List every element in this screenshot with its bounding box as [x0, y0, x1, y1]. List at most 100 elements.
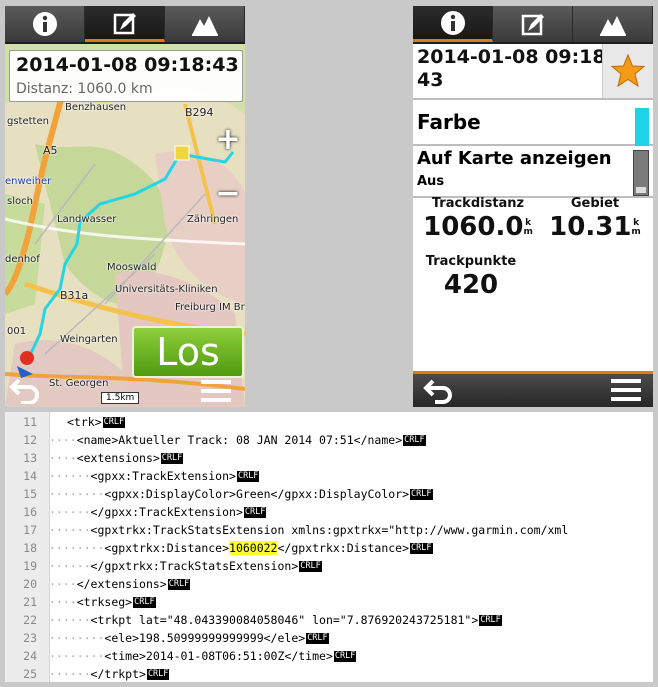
back-arrow-icon [9, 378, 39, 405]
map-label-sloch: sloch [7, 196, 33, 207]
line-text: <trk> CRLF [67, 413, 126, 431]
code-line[interactable]: 16 ······</gpxx:TrackExtension> CRLF [5, 503, 653, 521]
crlf-marker: CRLF [299, 561, 322, 572]
map-label-benzhausen: Benzhausen [65, 102, 127, 113]
line-text: ······</gpxx:TrackExtension> CRLF [49, 503, 267, 521]
code-editor[interactable]: 11 <trk> CRLF 12 ····<name>Aktueller Track: … [5, 412, 653, 682]
map-label-gstetten: gstetten [7, 116, 49, 127]
crlf-marker: CRLF [102, 417, 126, 428]
code-line[interactable]: 22 ······<trkpt lat="48.043390084058046" … [5, 611, 653, 629]
stat-trackdistanz: Trackdistanz 1060.0 k m [423, 196, 533, 243]
scrollbar[interactable] [633, 150, 649, 196]
tab-elevation[interactable] [165, 6, 245, 42]
tab-info[interactable] [5, 6, 85, 42]
map-label-weingarten: Weingarten [60, 334, 118, 345]
track-name: 2014-01-08 09:18: 43 [417, 46, 613, 92]
crlf-marker: CRLF [160, 453, 184, 464]
map-screen: 2014-01-08 09:18:43 Distanz: 1060.0 km B… [5, 6, 245, 407]
line-text: ····</extensions> CRLF [49, 575, 191, 593]
highlighted-value: 1060022 [229, 541, 278, 555]
los-button-label: Los [156, 330, 220, 374]
map-edit-icon [521, 14, 544, 36]
map-label-kliniken: Universitäts-Kliniken [115, 284, 218, 295]
show-on-map-row[interactable]: Auf Karte anzeigen Aus [413, 146, 653, 198]
unit-bottom: m [631, 226, 641, 237]
code-line[interactable]: 17 ······<gpxtrkx:TrackStatsExtension xml… [5, 521, 653, 539]
xml-text: <gpxtrkx:Distance> [104, 541, 230, 555]
star-icon [610, 53, 646, 88]
xml-text: <gpxx:DisplayColor>Green</gpxx:DisplayCo… [104, 487, 410, 501]
code-line[interactable]: 13 ····<extensions> CRLF [5, 449, 653, 467]
indent-dots: ········ [49, 487, 105, 501]
map-label-zahringen: Zähringen [187, 214, 239, 225]
zoom-in-button[interactable]: + [215, 122, 241, 157]
crlf-marker: CRLF [410, 489, 433, 500]
xml-text: <gpxx:TrackExtension> [90, 469, 236, 483]
code-line[interactable]: 21 ····<trkseg> CRLF [5, 593, 653, 611]
back-button[interactable] [423, 376, 459, 404]
code-line[interactable]: 18 ········<gpxtrkx:Distance>1060022</gpx… [5, 539, 653, 557]
menu-button[interactable] [201, 378, 233, 404]
code-line[interactable]: 11 <trk> CRLF [5, 413, 653, 431]
code-line[interactable]: 20 ····</extensions> CRLF [5, 575, 653, 593]
code-line[interactable]: 15 ········<gpxx:DisplayColor>Green</gpxx… [5, 485, 653, 503]
menu-button[interactable] [611, 377, 643, 403]
line-text: ······<trkpt lat="48.043390084058046" lo… [49, 611, 502, 629]
indent-dots: ······ [49, 667, 91, 681]
tab-info[interactable] [413, 6, 493, 42]
map-scale: 1.5km [101, 392, 140, 404]
code-line[interactable]: 25 ······</trkpt> CRLF [5, 665, 653, 682]
map-view[interactable]: 2014-01-08 09:18:43 Distanz: 1060.0 km B… [5, 44, 245, 407]
map-label-001: 001 [7, 326, 27, 337]
tab-map-edit[interactable] [85, 6, 165, 42]
map-label-landwasser: Landwasser [57, 214, 117, 225]
code-line[interactable]: 23 ········<ele>198.50999999999999</ele> C… [5, 629, 653, 647]
menu-icon [201, 380, 231, 402]
track-name-row[interactable]: 2014-01-08 09:18: 43 [413, 44, 653, 100]
line-number: 11 [23, 415, 37, 429]
los-button[interactable]: Los [132, 326, 244, 378]
elevation-icon [599, 16, 626, 36]
line-number: 20 [23, 577, 37, 591]
indent-dots: ········ [49, 649, 105, 663]
tab-map-edit[interactable] [493, 6, 573, 42]
crlf-marker: CRLF [410, 543, 433, 554]
xml-text: </gpxx:TrackExtension> [90, 505, 243, 519]
favorite-button[interactable] [602, 44, 653, 98]
color-row[interactable]: Farbe [413, 100, 653, 146]
tab-elevation[interactable] [573, 6, 653, 42]
zoom-out-button[interactable]: − [215, 176, 241, 211]
xml-text: </gpxtrkx:TrackStatsExtension> [90, 559, 299, 573]
xml-text: <ele>198.50999999999999</ele> [104, 631, 306, 645]
back-button[interactable] [9, 374, 45, 405]
indent-dots: ······ [49, 523, 91, 537]
line-number: 17 [23, 523, 37, 537]
line-text: ······</gpxtrkx:TrackStatsExtension> CRLF [49, 557, 322, 575]
map-label-b31a: B31a [60, 289, 89, 302]
code-line[interactable]: 14 ······<gpxx:TrackExtension> CRLF [5, 467, 653, 485]
xml-text: <trk> [67, 415, 102, 429]
menu-icon [611, 379, 641, 401]
code-line[interactable]: 24 ········<time>2014-01-08T06:51:00Z</ti… [5, 647, 653, 665]
map-label-freiburg: Freiburg IM Bre [175, 302, 245, 313]
line-text: ········<ele>198.50999999999999</ele> CRL… [49, 629, 329, 647]
xml-text: </trkpt> [90, 667, 146, 681]
crlf-marker: CRLF [243, 507, 267, 518]
indent-dots: ······ [49, 559, 91, 573]
km-unit: km [631, 218, 641, 237]
crlf-marker: CRLF [403, 435, 426, 446]
line-number: 18 [23, 541, 37, 555]
xml-text: <trkseg> [76, 595, 133, 609]
trackpunkte-value: 420 [443, 270, 499, 300]
xml-text: <time>2014-01-08T06:51:00Z</time> [104, 649, 333, 663]
line-text: ······<gpxtrkx:TrackStatsExtension xmlns… [49, 521, 568, 539]
gebiet-label: Gebiet [570, 196, 620, 211]
scrollbar-thumb[interactable] [636, 187, 646, 193]
line-text: ········<gpxx:DisplayColor>Green</gpxx:D… [49, 485, 433, 503]
plus-icon: + [215, 121, 241, 157]
code-line[interactable]: 12 ····<name>Aktueller Track: 08 JAN 2014… [5, 431, 653, 449]
indent-dots: ······ [49, 505, 91, 519]
show-on-map-value: Aus [417, 174, 445, 189]
map-label-enweiher: enweiher [5, 176, 52, 187]
code-line[interactable]: 19 ······</gpxtrkx:TrackStatsExtension> CR… [5, 557, 653, 575]
